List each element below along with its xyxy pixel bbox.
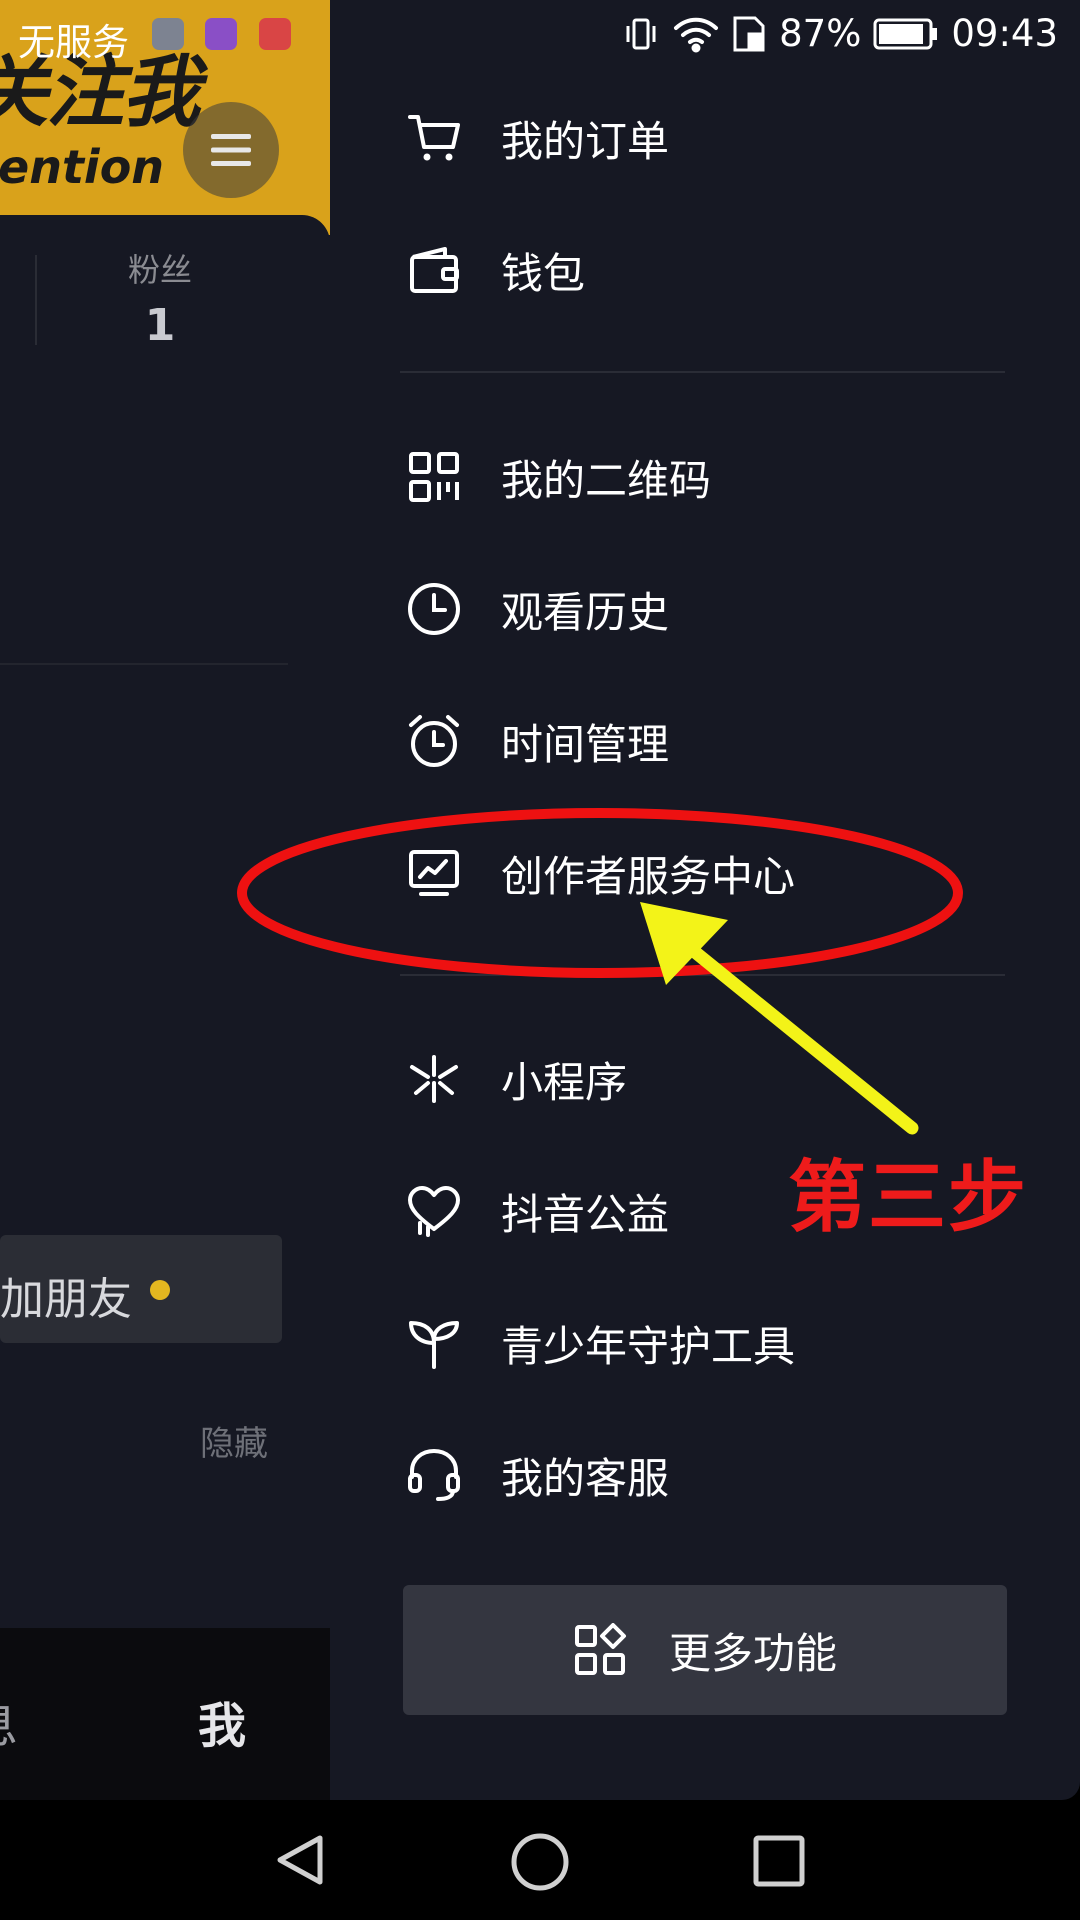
headset-icon <box>405 1446 463 1504</box>
cloud-notification-icon <box>259 18 291 50</box>
carrier-status: 无服务 <box>18 21 129 64</box>
keyboard-notification-icon <box>205 18 237 50</box>
sprout-icon <box>405 1314 463 1372</box>
fans-label: 粉丝 <box>127 251 192 289</box>
tab-me[interactable]: 我 <box>198 1686 246 1756</box>
notification-dot <box>150 1280 170 1300</box>
wallet-icon <box>405 241 463 299</box>
menu-item-label: 抖音公益 <box>501 1189 670 1239</box>
menu-item-creator-center[interactable]: 创作者服务中心 <box>405 828 1045 918</box>
menu-divider <box>400 974 1005 976</box>
recents-icon[interactable] <box>752 1834 806 1888</box>
clock-icon <box>405 580 463 638</box>
menu-item-label: 创作者服务中心 <box>501 851 796 901</box>
tab-messages[interactable]: 息 <box>0 1686 18 1756</box>
menu-item-label: 观看历史 <box>501 587 670 637</box>
menu-item-mini-programs[interactable]: 小程序 <box>405 1034 1045 1124</box>
menu-item-label: 小程序 <box>501 1057 628 1107</box>
apps-grid-icon <box>574 1623 626 1675</box>
status-right: 87% 09:43 <box>621 12 1058 55</box>
hamburger-menu-button[interactable] <box>183 102 279 198</box>
clock-time: 09:43 <box>951 12 1058 55</box>
bottom-tab-bar: 息 我 <box>0 1628 330 1800</box>
qr-code-icon <box>405 448 463 506</box>
system-nav-bar <box>0 1800 1080 1920</box>
profile-card <box>0 215 330 1635</box>
profile-divider <box>0 663 288 665</box>
sim-card-icon <box>733 16 765 51</box>
more-features-label: 更多功能 <box>668 1628 837 1678</box>
mini-program-icon <box>405 1050 463 1108</box>
menu-item-label: 我的二维码 <box>501 455 712 505</box>
home-icon[interactable] <box>510 1832 570 1892</box>
hamburger-icon <box>211 134 251 166</box>
menu-item-watch-history[interactable]: 观看历史 <box>405 564 1045 654</box>
alarm-clock-icon <box>405 712 463 770</box>
gallery-notification-icon <box>152 18 184 50</box>
battery-percent: 87% <box>779 12 862 55</box>
add-friend-label: 加朋友 <box>0 1274 132 1325</box>
add-friend-button[interactable]: 加朋友 <box>0 1235 282 1343</box>
step-label: 第三步 <box>788 1153 1029 1243</box>
menu-item-time-management[interactable]: 时间管理 <box>405 696 1045 786</box>
cart-icon <box>405 109 463 167</box>
menu-item-qr-code[interactable]: 我的二维码 <box>405 432 1045 522</box>
creator-chart-icon <box>405 844 463 902</box>
menu-item-label: 青少年守护工具 <box>501 1321 796 1371</box>
menu-item-wallet[interactable]: 钱包 <box>405 225 1045 315</box>
menu-item-label: 钱包 <box>501 248 586 298</box>
wifi-icon <box>674 17 719 52</box>
hide-link[interactable]: 隐藏 <box>200 1416 268 1465</box>
profile-page-background: 关注我 ention 粉丝 1 加朋友 隐藏 息 我 <box>0 0 330 1800</box>
banner-subtitle: ention <box>0 140 165 194</box>
menu-item-label: 我的订单 <box>501 116 670 166</box>
menu-item-customer-service[interactable]: 我的客服 <box>405 1430 1045 1520</box>
menu-item-label: 我的客服 <box>501 1453 670 1503</box>
vibrate-icon <box>626 18 656 49</box>
menu-divider <box>400 371 1005 373</box>
charity-heart-icon <box>405 1182 463 1240</box>
battery-icon <box>873 18 938 49</box>
menu-item-label: 时间管理 <box>501 719 670 769</box>
more-features-button[interactable]: 更多功能 <box>403 1585 1007 1715</box>
back-icon[interactable] <box>272 1832 328 1888</box>
menu-item-youth-protection[interactable]: 青少年守护工具 <box>405 1298 1045 1388</box>
fans-count[interactable]: 1 <box>90 300 230 351</box>
stats-divider <box>35 255 37 345</box>
side-drawer: 我的订单 钱包 我的二维码 观看历史 时间管理 创作者服务中心 小程序 抖音公益… <box>330 0 1080 1800</box>
status-bar: 无服务 87% 09:43 <box>0 0 1080 75</box>
menu-item-orders[interactable]: 我的订单 <box>405 93 1045 183</box>
